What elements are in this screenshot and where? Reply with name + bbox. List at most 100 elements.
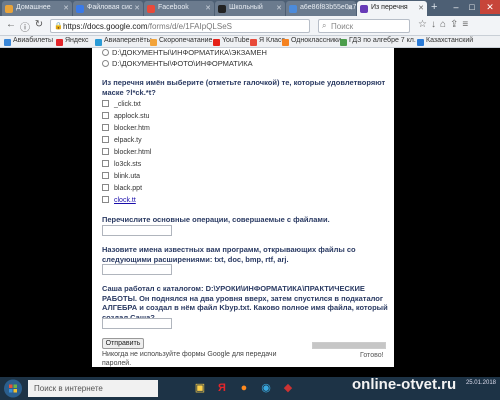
checkbox[interactable] <box>102 184 109 191</box>
checkbox-label: clock.tt <box>114 197 136 204</box>
browser-tab[interactable]: Файловая сис ✕ <box>73 1 143 16</box>
window-close-icon[interactable]: ✕ <box>480 0 500 14</box>
browser-tab-active[interactable]: Из перечня ✕ <box>357 1 427 16</box>
watermark: online-otvet.ru <box>352 376 457 393</box>
checkbox-label: _click.txt <box>114 101 141 108</box>
bookmark-item[interactable]: Авиабилеты <box>4 37 53 46</box>
tab-close-icon[interactable]: ✕ <box>418 4 424 12</box>
home-icon[interactable]: ⌂ <box>440 19 446 30</box>
checkbox-option[interactable]: _click.txt <box>102 100 141 108</box>
maximize-icon[interactable]: □ <box>464 0 480 14</box>
url-bar[interactable]: 🔒 https://docs.google.com/forms/d/e/1FAI… <box>50 19 310 33</box>
checkbox[interactable] <box>102 196 109 203</box>
firefox-icon[interactable]: ● <box>234 379 254 398</box>
window-controls: – □ ✕ <box>448 0 500 16</box>
checkbox-option[interactable]: applock.stu <box>102 112 149 120</box>
bookmark-item[interactable]: Одноклассники <box>282 37 341 46</box>
answer-text-input[interactable] <box>102 264 172 275</box>
tab-close-icon[interactable]: ✕ <box>205 4 211 12</box>
browser-tab[interactable]: Школьный ✕ <box>215 1 285 16</box>
share-icon[interactable]: ⇪ <box>450 19 458 30</box>
radio-option[interactable]: D:\ДОКУМЕНТЫ\ФОТО\ИНФОРМАТИКА <box>102 59 253 68</box>
radio-button[interactable] <box>102 49 109 56</box>
checkbox-option[interactable]: blocker.htm <box>102 124 150 132</box>
tab-favicon-icon <box>360 5 368 13</box>
bookmark-item[interactable]: Казахстанский <box>417 37 473 46</box>
bookmark-favicon-icon <box>417 39 424 46</box>
bookmark-favicon-icon <box>213 39 220 46</box>
taskbar-search-placeholder: Поиск в интернете <box>34 384 103 393</box>
new-tab-plus-icon[interactable]: + <box>431 1 437 13</box>
question-title: Перечислите основные операции, совершаем… <box>102 215 330 224</box>
tab-favicon-icon <box>5 5 13 13</box>
answer-text-input[interactable] <box>102 318 172 329</box>
browser-navigation-bar: ← ⓘ ↻ 🔒 https://docs.google.com/forms/d/… <box>0 16 500 36</box>
checkbox-label: blink.uta <box>114 173 141 180</box>
menu-icon[interactable]: ≡ <box>462 19 468 30</box>
checkbox[interactable] <box>102 136 109 143</box>
browser-tab[interactable]: a6e86f83b55e0a7 ✕ <box>286 1 356 16</box>
tab-label: Файловая сис <box>87 4 133 11</box>
tab-label: Facebook <box>158 4 189 11</box>
bookmark-item[interactable]: Скоропечатание <box>150 37 212 46</box>
tab-close-icon[interactable]: ✕ <box>63 4 69 12</box>
radio-option[interactable]: D:\ДОКУМЕНТЫ\ИНФОРМАТИКА\ЭКЗАМЕН <box>102 48 267 57</box>
checkbox-option[interactable]: black.ppt <box>102 184 142 192</box>
windows-start-icon[interactable] <box>2 378 24 399</box>
browser-tab[interactable]: Facebook ✕ <box>144 1 214 16</box>
checkbox[interactable] <box>102 100 109 107</box>
browser-search-placeholder: Поиск <box>331 22 354 31</box>
checkbox-option[interactable]: lo3ck.sts <box>102 160 141 168</box>
tab-favicon-icon <box>76 5 84 13</box>
checkbox-option[interactable]: blink.uta <box>102 172 140 180</box>
answer-text-input[interactable] <box>102 225 172 236</box>
tab-label: Домашнее <box>16 4 51 11</box>
taskbar-search-input[interactable]: Поиск в интернете <box>28 380 158 397</box>
checkbox[interactable] <box>102 148 109 155</box>
bookmark-favicon-icon <box>95 39 102 46</box>
question-title: Саша работал с каталогом: D:\УРОКИ\ИНФОР… <box>102 284 388 322</box>
search-icon: ⌕ <box>322 21 327 30</box>
progress-label: Готово! <box>360 352 384 359</box>
checkbox[interactable] <box>102 112 109 119</box>
downloads-icon[interactable]: ↓ <box>431 19 436 30</box>
info-icon[interactable]: ⓘ <box>18 19 32 34</box>
bookmark-item[interactable]: Я Класс <box>250 37 285 46</box>
bookmark-favicon-icon <box>340 39 347 46</box>
minimize-icon[interactable]: – <box>448 0 464 14</box>
submit-button[interactable]: Отправить <box>102 338 144 349</box>
radio-option-label: D:\ДОКУМЕНТЫ\ФОТО\ИНФОРМАТИКА <box>112 59 253 68</box>
bookmark-item[interactable]: YouTube <box>213 37 250 46</box>
checkbox-option[interactable]: elpack.ty <box>102 136 142 144</box>
back-arrow-icon[interactable]: ← <box>4 19 18 30</box>
checkbox[interactable] <box>102 124 109 131</box>
tab-label: Школьный <box>229 4 263 11</box>
bookmark-item[interactable]: Яндекс <box>56 37 89 46</box>
bookmark-favicon-icon <box>4 39 11 46</box>
radio-button[interactable] <box>102 60 109 67</box>
checkbox-option[interactable]: blocker.html <box>102 148 151 156</box>
progress-bar-fill <box>313 343 385 348</box>
file-explorer-icon[interactable]: ▣ <box>190 379 210 398</box>
bookmark-item[interactable]: ГДЗ по алгебре 7 кл. <box>340 37 416 46</box>
checkbox[interactable] <box>102 160 109 167</box>
password-warning-note: Никогда не используйте формы Google для … <box>102 351 277 367</box>
tab-close-icon[interactable]: ✕ <box>134 4 140 12</box>
bookmarks-bar: Авиабилеты Яндекс Авиаперелёты Скоропеча… <box>0 36 500 48</box>
checkbox[interactable] <box>102 172 109 179</box>
browser-search-input[interactable]: ⌕ Поиск <box>318 19 410 33</box>
yandex-browser-icon[interactable]: Я <box>212 379 232 398</box>
browser-tab[interactable]: Домашнее ✕ <box>2 1 72 16</box>
checkbox-label: lo3ck.sts <box>114 161 142 168</box>
google-form-page: D:\ДОКУМЕНТЫ\ИНФОРМАТИКА\ЭКЗАМЕН D:\ДОКУ… <box>92 48 394 367</box>
app-icon[interactable]: ◉ <box>256 379 276 398</box>
tab-close-icon[interactable]: ✕ <box>347 4 353 12</box>
checkbox-option[interactable]: clock.tt <box>102 196 136 204</box>
app-icon[interactable]: ◆ <box>278 379 298 398</box>
tab-close-icon[interactable]: ✕ <box>276 4 282 12</box>
url-path: /forms/d/e/1FAIpQLSeS <box>147 22 232 31</box>
bookmark-star-icon[interactable]: ☆ <box>418 19 427 30</box>
reload-icon[interactable]: ↻ <box>32 19 46 30</box>
bookmark-item[interactable]: Авиаперелёты <box>95 37 152 46</box>
radio-option-label: D:\ДОКУМЕНТЫ\ИНФОРМАТИКА\ЭКЗАМЕН <box>112 48 267 57</box>
